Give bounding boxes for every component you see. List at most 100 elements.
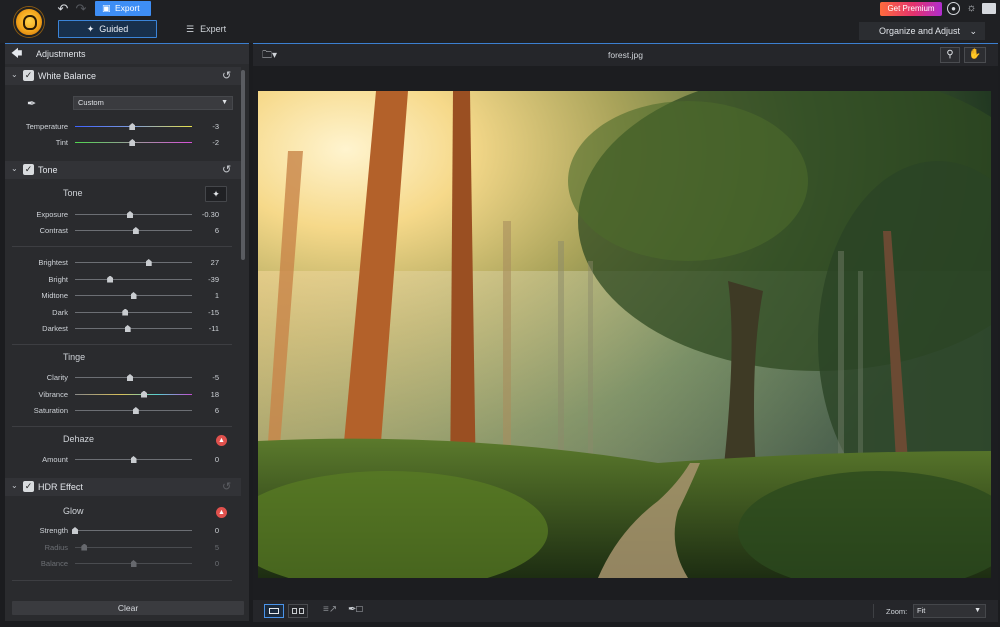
reset-icon[interactable]: ↺ [222,69,231,82]
slider-track[interactable] [75,278,192,280]
slider-value: -15 [208,307,219,317]
section-hdr-effect[interactable]: ⌄ ✓ HDR Effect ↺ [5,478,241,496]
workspace-select[interactable]: Organize and Adjust ⌄ [859,22,985,40]
adjustments-header: 🡄 Adjustments [5,44,249,64]
slider-handle[interactable] [141,390,148,398]
export-button[interactable]: ▣ Export [95,1,151,16]
brush-eraser-icon[interactable]: ✒□ [348,604,362,615]
adjustments-title: Adjustments [36,49,86,59]
eyedropper-icon[interactable]: ✒ [27,97,36,110]
chevron-down-icon: ▼ [221,99,228,106]
tone-checkbox[interactable]: ✓ [23,164,34,175]
white-balance-preset-value: Custom [78,98,104,107]
slider-handle[interactable] [130,456,137,463]
slider-handle[interactable] [132,227,139,234]
slider-handle[interactable] [129,123,136,130]
panel-scrollbar[interactable] [241,70,245,260]
slider-handle[interactable] [122,308,129,316]
slider-track[interactable] [75,530,192,531]
slider-label: Midtone [41,291,68,300]
tone-subtitle: Tone [63,188,83,198]
undo-icon[interactable]: ↶ [55,2,71,16]
tab-expert[interactable]: ☰ Expert [186,21,246,37]
get-premium-button[interactable]: Get Premium [880,2,942,16]
slider-track[interactable] [75,328,192,329]
split-view-icon[interactable] [288,604,308,618]
slider-label: Bright [48,274,68,284]
hand-pan-icon[interactable]: ✋ [964,47,986,63]
adjustments-panel: 🡄 Adjustments ⌄ ✓ White Balance ↺ ✒ Cust… [5,43,249,621]
slider-value: 27 [210,258,219,267]
slider-handle[interactable] [126,374,133,381]
chevron-down-icon[interactable]: ⌄ [11,70,18,79]
slider-track[interactable] [75,311,192,313]
zoom-label: Zoom: [886,607,908,616]
slider-label: Saturation [33,406,68,415]
single-view-icon[interactable] [264,604,284,618]
slider-track[interactable] [75,214,192,215]
section-white-balance[interactable]: ⌄ ✓ White Balance ↺ [5,67,241,85]
hdr-effect-checkbox[interactable]: ✓ [23,481,34,492]
dehaze-badge-icon[interactable]: ▲ [216,435,227,446]
slider-label: Vibrance [38,389,68,399]
chevron-down-icon: ⌄ [969,26,977,36]
slider-handle[interactable] [130,560,137,567]
chevron-down-icon: ▼ [974,607,981,614]
slider-handle[interactable] [107,275,114,283]
viewer-bottom-bar: ≡↗ ✒□ Zoom: Fit ▼ [253,600,998,622]
slider-label: Exposure [36,210,68,219]
slider-label: Tint [55,138,68,147]
account-icon[interactable]: ● [947,2,960,15]
back-arrow-icon[interactable]: 🡄 [11,48,25,60]
tab-guided[interactable]: ✦ Guided [58,20,157,38]
dehaze-subtitle: Dehaze [63,434,95,444]
white-balance-checkbox[interactable]: ✓ [23,70,34,81]
slider-track[interactable] [75,546,192,548]
adjustments-scroll-area[interactable]: ⌄ ✓ White Balance ↺ ✒ Custom ▼ Temperatu… [5,65,249,588]
slider-track[interactable] [75,393,192,395]
slider-label: Strength [39,526,68,535]
slider-label: Balance [40,559,68,568]
workspace-select-value: Organize and Adjust [879,26,961,36]
slider-handle[interactable] [72,527,78,534]
slider-label: Dark [52,307,68,317]
divider [12,344,232,345]
auto-tone-wand-icon[interactable]: ✦ [205,186,227,202]
section-tone[interactable]: ⌄ ✓ Tone ↺ [5,161,241,179]
divider [12,580,232,581]
slider-label: Amount [42,455,68,464]
slider-track[interactable] [75,377,192,378]
zoom-magnifier-icon[interactable]: ⚲ [940,47,960,63]
forest-photo[interactable] [258,91,991,578]
zoom-select[interactable]: Fit ▼ [913,604,986,618]
slider-handle[interactable] [130,292,137,299]
tab-expert-label: Expert [200,24,227,34]
slider-value: 0 [214,559,219,568]
slider-handle[interactable] [81,543,88,551]
slider-handle[interactable] [145,259,152,266]
slider-label: Darkest [42,324,68,333]
slider-handle[interactable] [129,139,136,146]
reset-icon[interactable]: ↺ [222,163,231,176]
white-balance-preset-select[interactable]: Custom ▼ [73,96,233,110]
white-balance-title: White Balance [38,71,97,81]
redo-icon[interactable]: ↷ [73,2,89,16]
export-icon: ▣ [102,3,111,13]
forest-photo-image [258,91,991,578]
tab-guided-label: Guided [99,24,129,34]
magic-wand-icon: ✦ [86,24,95,34]
info-panel-icon[interactable]: ≡↗ [323,604,337,615]
app-logo [14,7,44,37]
slider-track[interactable] [75,262,192,263]
clear-button[interactable]: Clear [12,601,244,615]
slider-handle[interactable] [132,407,139,414]
slider-handle[interactable] [124,325,131,332]
brightness-icon[interactable]: ☼ [965,2,978,15]
slider-handle[interactable] [126,211,133,218]
slider-value: 1 [214,291,219,300]
chevron-down-icon[interactable]: ⌄ [11,164,18,173]
glow-badge-icon[interactable]: ▲ [216,507,227,518]
screen-icon[interactable] [982,3,996,14]
viewer-toolbar: 🗀▾ forest.jpg ⚲ ✋ [253,44,998,66]
chevron-down-icon[interactable]: ⌄ [11,481,18,490]
